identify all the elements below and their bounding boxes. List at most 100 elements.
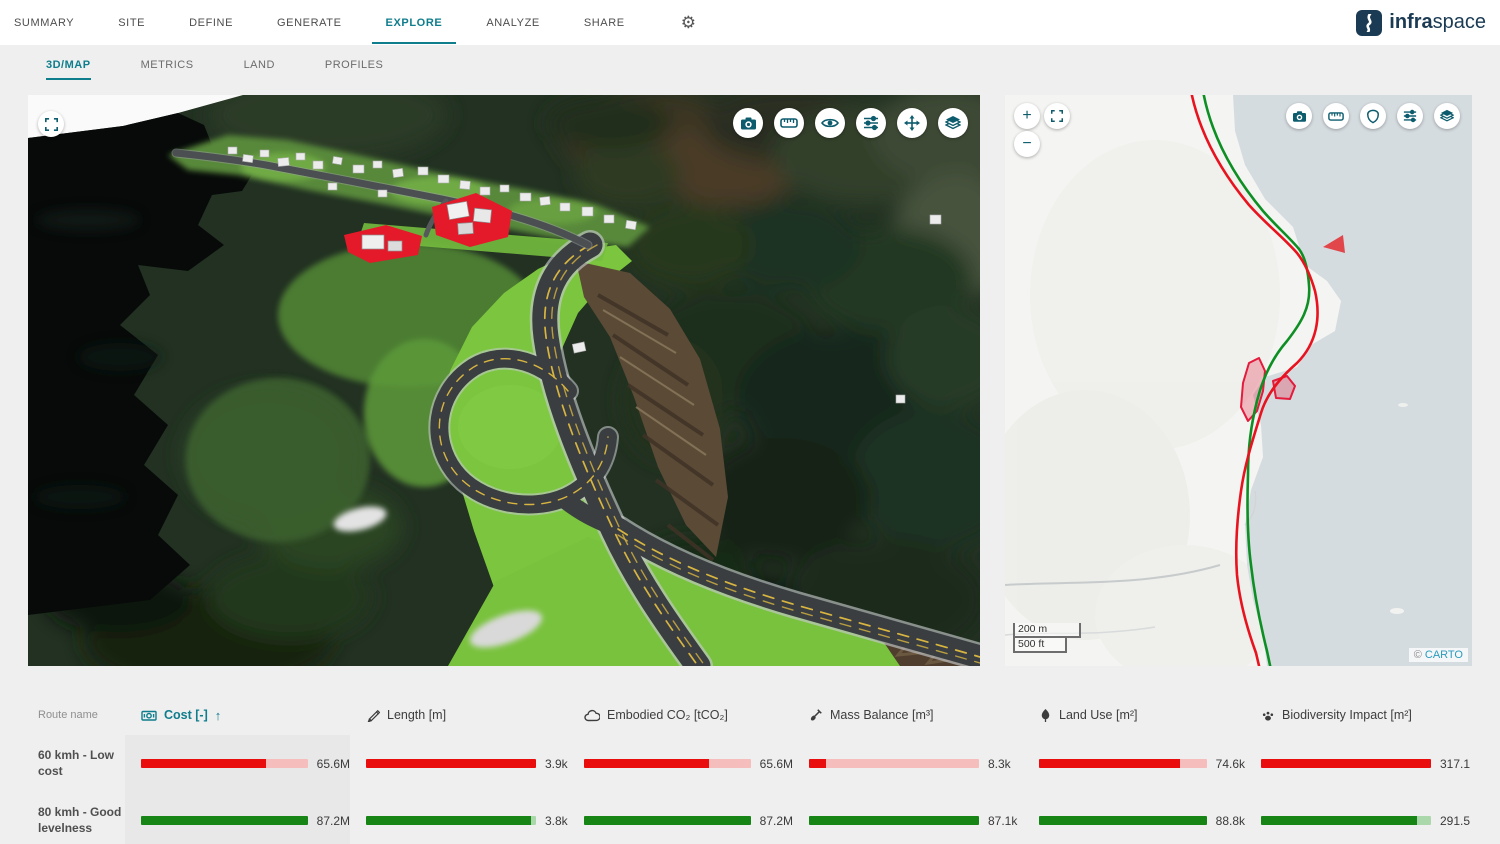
cost-column-header[interactable]: Cost [-] ↑	[125, 708, 350, 723]
metric-bar	[584, 759, 751, 768]
metric-bar	[141, 816, 308, 825]
cost-metric: 65.6M	[125, 757, 350, 771]
polygon-icon[interactable]	[1360, 103, 1386, 129]
layers-icon[interactable]	[1434, 103, 1460, 129]
tab-metrics[interactable]: METRICS	[141, 59, 194, 71]
map-attribution[interactable]: © CARTO	[1409, 648, 1468, 662]
ruler-icon[interactable]	[774, 108, 804, 138]
islet	[1390, 608, 1404, 614]
land-use-column-header[interactable]: Land Use [m²]	[1023, 708, 1245, 723]
co2-column-header[interactable]: Embodied CO₂ [tCO₂]	[568, 708, 793, 722]
metric-value: 317.1	[1440, 757, 1470, 771]
camera-icon[interactable]	[1286, 103, 1312, 129]
cost-metric: 87.2M	[125, 814, 350, 828]
map-water	[1233, 95, 1472, 666]
top-navigation: SUMMARY SITE DEFINE GENERATE EXPLORE ANA…	[0, 0, 1500, 45]
metric-bar	[809, 759, 979, 768]
metric-value: 74.6k	[1216, 757, 1245, 771]
map-scale-bar: 200 m 500 ft	[1013, 623, 1081, 653]
sliders-icon[interactable]	[856, 108, 886, 138]
mass-balance-metric: 87.1k	[793, 814, 1023, 828]
biodiversity-metric: 291.5	[1245, 814, 1500, 828]
length-metric: 3.8k	[350, 814, 568, 828]
metric-value: 87.1k	[988, 814, 1017, 828]
brand-name: infraspace	[1389, 11, 1486, 34]
co2-metric: 87.2M	[568, 814, 793, 828]
tree-icon	[1039, 708, 1052, 723]
metric-bar	[1039, 816, 1207, 825]
map-viewport[interactable]: + − 200 m 500 ft	[1005, 95, 1472, 666]
3d-toolbar	[733, 108, 968, 138]
land-use-metric: 74.6k	[1023, 757, 1245, 771]
sliders-icon[interactable]	[1397, 103, 1423, 129]
co2-metric: 65.6M	[568, 757, 793, 771]
metric-bar	[809, 816, 979, 825]
route-name-header: Route name	[0, 709, 125, 721]
tab-3d-map[interactable]: 3D/MAP	[46, 59, 91, 71]
scale-metric: 200 m	[1015, 623, 1081, 638]
metric-bar	[366, 816, 536, 825]
brand-logo: infraspace	[1356, 10, 1486, 36]
length-column-header[interactable]: Length [m]	[350, 708, 568, 722]
metric-value: 65.6M	[317, 757, 350, 771]
metric-bar	[366, 759, 536, 768]
nav-generate[interactable]: GENERATE	[277, 17, 342, 29]
sort-ascending-icon: ↑	[215, 708, 222, 723]
scale-imperial: 500 ft	[1015, 638, 1067, 653]
pencil-icon	[366, 708, 380, 722]
zoom-in-button[interactable]: +	[1014, 103, 1040, 129]
zoom-out-button[interactable]: −	[1014, 131, 1040, 157]
infraspace-logo-icon	[1356, 10, 1382, 36]
nav-define[interactable]: DEFINE	[189, 17, 233, 29]
route-name: 80 kmh - Good levelness	[0, 805, 125, 836]
route-row-low-cost[interactable]: 60 kmh - Low cost 65.6M 3.9k 65.6M 8.3k …	[0, 735, 1500, 792]
nav-summary[interactable]: SUMMARY	[14, 17, 74, 29]
money-icon	[141, 709, 157, 722]
co2-cloud-icon	[584, 709, 600, 722]
metric-value: 3.9k	[545, 757, 568, 771]
metric-bar	[1039, 759, 1207, 768]
tab-profiles[interactable]: PROFILES	[325, 59, 383, 71]
table-header-row: Route name Cost [-] ↑ Length [m] Embodie…	[0, 695, 1500, 735]
length-metric: 3.9k	[350, 757, 568, 771]
metric-value: 3.8k	[545, 814, 568, 828]
nav-analyze[interactable]: ANALYZE	[486, 17, 540, 29]
metric-bar	[584, 816, 751, 825]
metric-value: 87.2M	[317, 814, 350, 828]
fullscreen-button[interactable]	[38, 111, 64, 137]
land-use-metric: 88.8k	[1023, 814, 1245, 828]
gear-icon[interactable]: ⚙	[681, 13, 696, 33]
map-scene	[1005, 95, 1472, 666]
biodiversity-metric: 317.1	[1245, 757, 1500, 771]
metric-bar	[141, 759, 308, 768]
metric-value: 8.3k	[988, 757, 1011, 771]
eye-icon[interactable]	[815, 108, 845, 138]
pan-icon[interactable]	[897, 108, 927, 138]
layers-icon[interactable]	[938, 108, 968, 138]
tab-land[interactable]: LAND	[244, 59, 275, 71]
metric-value: 65.6M	[760, 757, 793, 771]
metric-value: 87.2M	[760, 814, 793, 828]
paw-icon	[1261, 709, 1275, 722]
route-name: 60 kmh - Low cost	[0, 748, 125, 779]
islet	[1398, 403, 1408, 407]
route-row-good-levelness[interactable]: 80 kmh - Good levelness 87.2M 3.8k 87.2M…	[0, 792, 1500, 844]
nav-share[interactable]: SHARE	[584, 17, 625, 29]
metric-bar	[1261, 816, 1431, 825]
fullscreen-button[interactable]	[1044, 103, 1070, 129]
camera-icon[interactable]	[733, 108, 763, 138]
nav-explore[interactable]: EXPLORE	[386, 17, 443, 29]
mass-balance-column-header[interactable]: Mass Balance [m³]	[793, 708, 1023, 722]
ruler-icon[interactable]	[1323, 103, 1349, 129]
metric-bar	[1261, 759, 1431, 768]
biodiversity-column-header[interactable]: Biodiversity Impact [m²]	[1245, 708, 1500, 722]
route-comparison-table: Route name Cost [-] ↑ Length [m] Embodie…	[0, 695, 1500, 844]
map-toolbar	[1286, 103, 1460, 129]
metric-value: 88.8k	[1216, 814, 1245, 828]
nav-site[interactable]: SITE	[118, 17, 145, 29]
3d-scene	[28, 95, 980, 666]
3d-viewport[interactable]	[28, 95, 980, 666]
metric-value: 291.5	[1440, 814, 1470, 828]
mass-balance-metric: 8.3k	[793, 757, 1023, 771]
sub-tabs: 3D/MAP METRICS LAND PROFILES	[0, 45, 1500, 85]
